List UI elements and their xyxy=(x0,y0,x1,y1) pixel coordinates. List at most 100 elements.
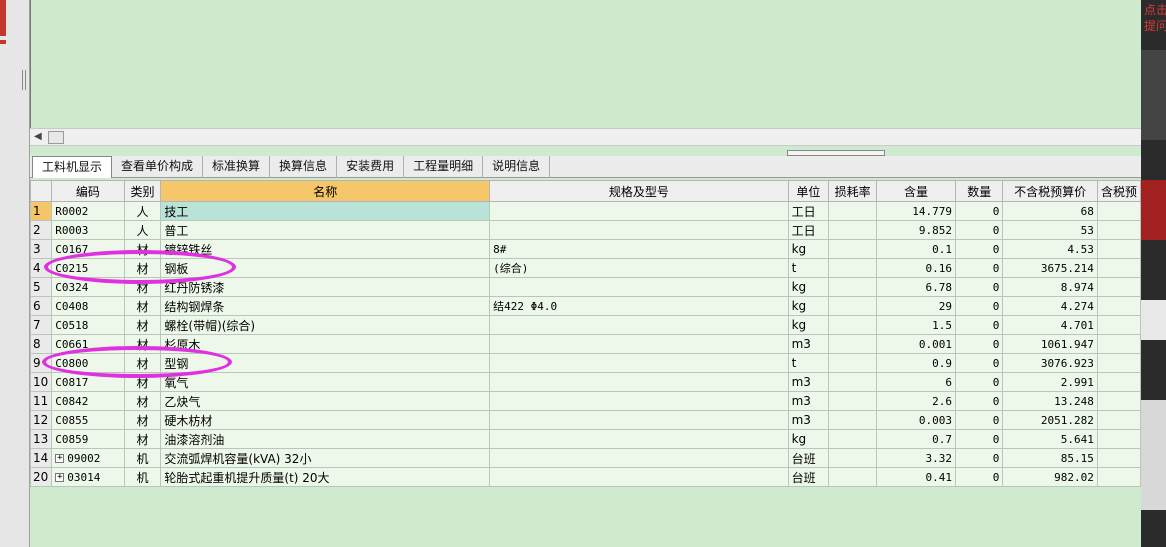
content-cell[interactable]: 0.41 xyxy=(876,467,956,487)
name-cell[interactable]: 氧气 xyxy=(160,372,491,392)
table-row[interactable]: 10 C0817 材氧气 m3 6 0 2.991 xyxy=(30,372,1141,392)
pretax-price-cell[interactable]: 5.641 xyxy=(1002,429,1098,449)
category-cell[interactable]: 材 xyxy=(123,372,162,392)
tax-price-cell[interactable] xyxy=(1096,448,1141,468)
tab-conversion-info[interactable]: 换算信息 xyxy=(270,156,338,178)
pretax-price-cell[interactable]: 53 xyxy=(1002,220,1098,240)
row-number[interactable]: 2 xyxy=(30,220,53,240)
quantity-cell[interactable]: 0 xyxy=(954,353,1004,373)
quantity-cell[interactable]: 0 xyxy=(954,334,1004,354)
category-cell[interactable]: 材 xyxy=(123,429,162,449)
header-category[interactable]: 类别 xyxy=(123,180,162,202)
name-cell[interactable]: 技工 xyxy=(160,201,491,221)
name-cell[interactable]: 镀锌铁丝 xyxy=(160,239,491,259)
row-number[interactable]: 1 xyxy=(30,201,53,221)
content-cell[interactable]: 0.001 xyxy=(876,334,956,354)
content-cell[interactable]: 1.5 xyxy=(876,315,956,335)
unit-cell[interactable]: 台班 xyxy=(787,448,830,468)
tab-standard-conversion[interactable]: 标准换算 xyxy=(203,156,271,178)
tax-price-cell[interactable] xyxy=(1096,410,1141,430)
table-row[interactable]: 5 C0324 材红丹防锈漆 kg 6.78 0 8.974 xyxy=(30,277,1141,297)
category-cell[interactable]: 材 xyxy=(123,315,162,335)
loss-rate-cell[interactable] xyxy=(828,467,878,487)
content-cell[interactable]: 0.16 xyxy=(876,258,956,278)
unit-cell[interactable]: t xyxy=(787,353,830,373)
pretax-price-cell[interactable]: 13.248 xyxy=(1002,391,1098,411)
tab-unit-price-composition[interactable]: 查看单价构成 xyxy=(112,156,204,178)
row-number[interactable]: 5 xyxy=(30,277,53,297)
tax-price-cell[interactable] xyxy=(1096,296,1141,316)
spec-cell[interactable] xyxy=(489,429,789,449)
quantity-cell[interactable]: 0 xyxy=(954,391,1004,411)
unit-cell[interactable]: t xyxy=(787,258,830,278)
table-row[interactable]: 8 C0661 材杉原木 m3 0.001 0 1061.947 xyxy=(30,334,1141,354)
tab-labor-material-machine[interactable]: 工料机显示 xyxy=(32,156,113,178)
quantity-cell[interactable]: 0 xyxy=(954,258,1004,278)
pretax-price-cell[interactable]: 4.701 xyxy=(1002,315,1098,335)
category-cell[interactable]: 材 xyxy=(123,334,162,354)
header-loss-rate[interactable]: 损耗率 xyxy=(828,180,878,202)
content-cell[interactable]: 0.003 xyxy=(876,410,956,430)
tab-description[interactable]: 说明信息 xyxy=(483,156,551,178)
expand-row-icon[interactable]: + xyxy=(55,454,65,463)
unit-cell[interactable]: 工日 xyxy=(787,220,830,240)
tax-price-cell[interactable] xyxy=(1096,429,1141,449)
pretax-price-cell[interactable]: 2.991 xyxy=(1002,372,1098,392)
table-row[interactable]: 12 C0855 材硬木枋材 m3 0.003 0 2051.282 xyxy=(30,410,1141,430)
spec-cell[interactable]: 结422 Φ4.0 xyxy=(489,296,789,316)
code-cell[interactable]: C0167 xyxy=(51,239,125,259)
pretax-price-cell[interactable]: 2051.282 xyxy=(1002,410,1098,430)
pretax-price-cell[interactable]: 8.974 xyxy=(1002,277,1098,297)
loss-rate-cell[interactable] xyxy=(828,448,878,468)
pretax-price-cell[interactable]: 1061.947 xyxy=(1002,334,1098,354)
header-quantity[interactable]: 数量 xyxy=(954,180,1004,202)
header-pretax-price[interactable]: 不含税预算价 xyxy=(1002,180,1098,202)
tab-quantity-detail[interactable]: 工程量明细 xyxy=(404,156,484,178)
name-cell[interactable]: 红丹防锈漆 xyxy=(160,277,491,297)
tax-price-cell[interactable] xyxy=(1096,467,1141,487)
loss-rate-cell[interactable] xyxy=(828,258,878,278)
spec-cell[interactable] xyxy=(489,448,789,468)
loss-rate-cell[interactable] xyxy=(828,391,878,411)
loss-rate-cell[interactable] xyxy=(828,334,878,354)
quantity-cell[interactable]: 0 xyxy=(954,201,1004,221)
content-cell[interactable]: 0.7 xyxy=(876,429,956,449)
quantity-cell[interactable]: 0 xyxy=(954,410,1004,430)
unit-cell[interactable]: kg xyxy=(787,239,830,259)
spec-cell[interactable]: (综合) xyxy=(489,258,789,278)
name-cell[interactable]: 乙炔气 xyxy=(160,391,491,411)
tax-price-cell[interactable] xyxy=(1096,220,1141,240)
content-cell[interactable]: 9.852 xyxy=(876,220,956,240)
code-cell[interactable]: C0215 xyxy=(51,258,125,278)
tax-price-cell[interactable] xyxy=(1096,315,1141,335)
row-number[interactable]: 6 xyxy=(30,296,53,316)
spec-cell[interactable] xyxy=(489,467,789,487)
spec-cell[interactable] xyxy=(489,334,789,354)
name-cell[interactable]: 螺栓(带帽)(综合) xyxy=(160,315,491,335)
tax-price-cell[interactable] xyxy=(1096,277,1141,297)
category-cell[interactable]: 人 xyxy=(123,220,162,240)
spec-cell[interactable] xyxy=(489,353,789,373)
loss-rate-cell[interactable] xyxy=(828,315,878,335)
header-tax-price[interactable]: 含税预 xyxy=(1096,180,1141,202)
loss-rate-cell[interactable] xyxy=(828,410,878,430)
category-cell[interactable]: 机 xyxy=(123,448,162,468)
table-row[interactable]: 7 C0518 材螺栓(带帽)(综合) kg 1.5 0 4.701 xyxy=(30,315,1141,335)
table-row[interactable]: 6 C0408 材结构钢焊条 结422 Φ4.0 kg 29 0 4.274 xyxy=(30,296,1141,316)
row-number[interactable]: 11 xyxy=(30,391,53,411)
table-row[interactable]: 2 R0003 人普工 工日 9.852 0 53 xyxy=(30,220,1141,240)
horizontal-scrollbar[interactable]: ◀ xyxy=(30,128,1141,146)
unit-cell[interactable]: m3 xyxy=(787,391,830,411)
pretax-price-cell[interactable]: 982.02 xyxy=(1002,467,1098,487)
content-cell[interactable]: 2.6 xyxy=(876,391,956,411)
header-spec[interactable]: 规格及型号 xyxy=(489,180,789,202)
loss-rate-cell[interactable] xyxy=(828,372,878,392)
pretax-price-cell[interactable]: 4.53 xyxy=(1002,239,1098,259)
spec-cell[interactable] xyxy=(489,372,789,392)
name-cell[interactable]: 轮胎式起重机提升质量(t) 20大 xyxy=(160,467,491,487)
quantity-cell[interactable]: 0 xyxy=(954,296,1004,316)
row-number[interactable]: 13 xyxy=(30,429,53,449)
header-unit[interactable]: 单位 xyxy=(787,180,830,202)
tab-installation-cost[interactable]: 安装费用 xyxy=(337,156,405,178)
spec-cell[interactable] xyxy=(489,315,789,335)
